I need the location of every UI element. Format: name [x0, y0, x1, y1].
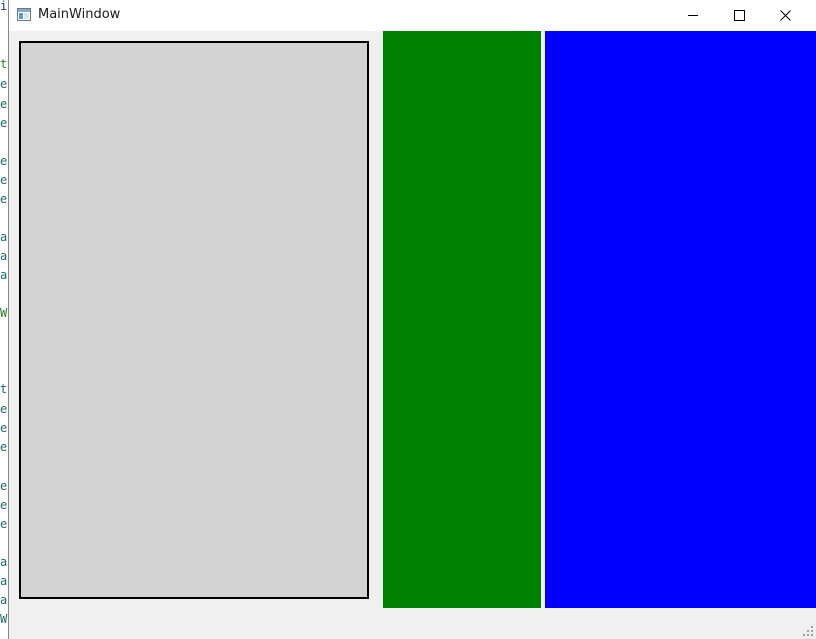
editor-char: e: [0, 402, 8, 416]
green-panel[interactable]: [383, 31, 541, 608]
editor-char: t: [0, 57, 8, 71]
editor-char: a: [0, 574, 8, 588]
editor-char: e: [0, 192, 8, 206]
editor-char: a: [0, 555, 8, 569]
window-title: MainWindow: [38, 7, 121, 22]
editor-char: e: [0, 173, 8, 187]
editor-char: e: [0, 498, 8, 512]
title-bar[interactable]: MainWindow: [9, 0, 816, 31]
minimize-button[interactable]: [670, 0, 716, 31]
app-window-icon: [17, 8, 31, 21]
editor-char: a: [0, 593, 8, 607]
editor-char: a: [0, 230, 8, 244]
maximize-icon: [733, 10, 745, 21]
editor-char: e: [0, 116, 8, 130]
editor-char: W: [0, 306, 8, 320]
main-window: MainWindow: [8, 0, 816, 639]
editor-char: W: [0, 612, 8, 626]
editor-char: e: [0, 479, 8, 493]
editor-char: a: [0, 268, 8, 282]
maximize-button[interactable]: [716, 0, 762, 31]
editor-char: a: [0, 249, 8, 263]
editor-char: i: [0, 0, 8, 13]
client-area: [9, 31, 816, 639]
minimize-icon: [687, 15, 698, 16]
editor-char: t: [0, 382, 8, 396]
close-button[interactable]: [762, 0, 808, 31]
editor-char: e: [0, 77, 8, 91]
editor-char: e: [0, 517, 8, 531]
editor-char: e: [0, 97, 8, 111]
editor-char: e: [0, 421, 8, 435]
editor-char: e: [0, 440, 8, 454]
size-grip-icon[interactable]: [802, 625, 814, 637]
gray-panel[interactable]: [19, 41, 369, 599]
blue-panel[interactable]: [545, 31, 816, 608]
close-icon: [779, 10, 791, 21]
editor-char: e: [0, 154, 8, 168]
